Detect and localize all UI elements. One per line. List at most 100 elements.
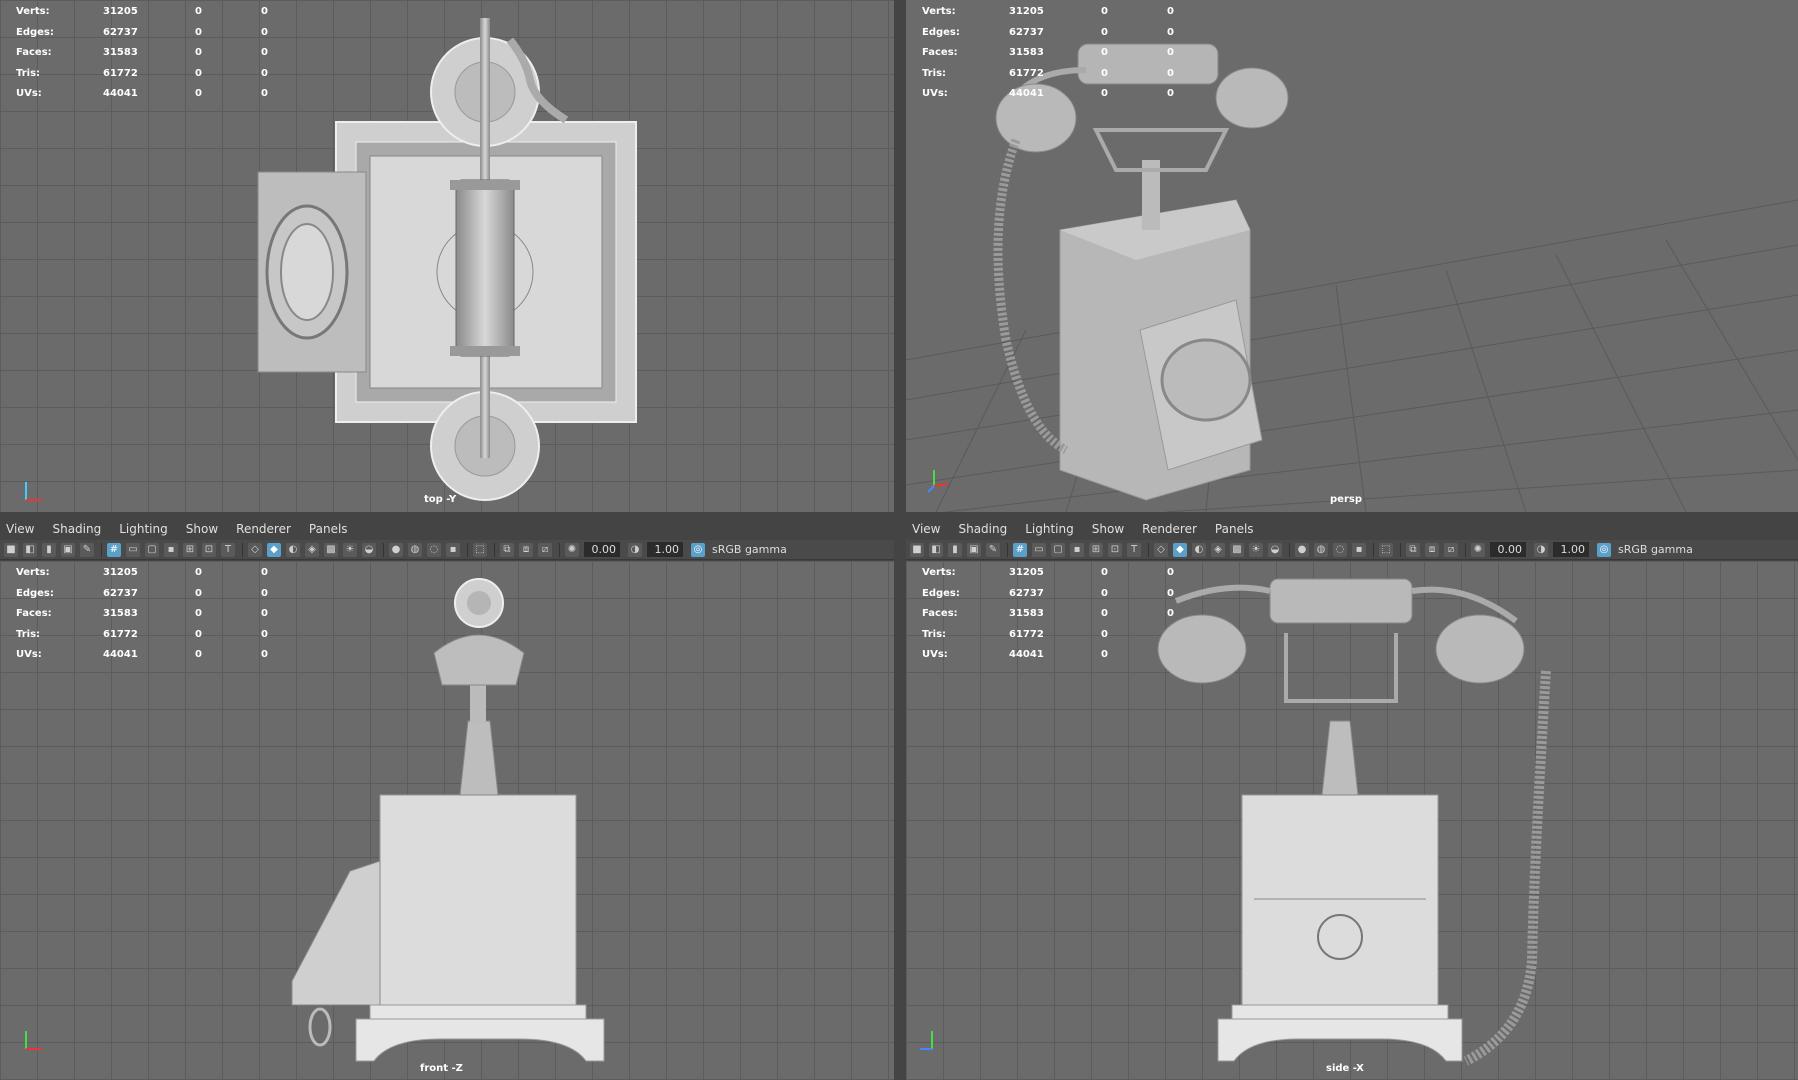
isolate-select-icon[interactable]: ⬚	[1379, 542, 1393, 557]
toolbar-separator	[494, 542, 495, 557]
pen-icon[interactable]: ✎	[986, 542, 1000, 557]
xray-joints-icon[interactable]: ⧈	[519, 542, 533, 557]
camera-attributes-icon[interactable]: ◧	[929, 542, 943, 557]
textured-icon[interactable]: ▩	[324, 542, 338, 557]
gamma-icon[interactable]: ◑	[628, 542, 642, 557]
shadows-icon[interactable]: ◒	[1268, 542, 1282, 557]
camera-attributes-icon[interactable]: ◧	[23, 542, 37, 557]
safe-title-icon[interactable]: T	[221, 542, 235, 557]
wireframe-on-shaded-icon[interactable]: ◈	[305, 542, 319, 557]
xray-icon[interactable]: ⧉	[500, 542, 514, 557]
panel-toolbar-side: ■ ◧ ▮ ▣ ✎ # ▭ ▢ ▪ ⊞ ⊡ T ◇ ◆ ◐ ◈ ▩ ☀ ◒ ● …	[906, 540, 1798, 560]
film-gate-icon[interactable]: ▭	[1032, 542, 1046, 557]
menu-panels[interactable]: Panels	[1215, 522, 1254, 536]
toolbar-separator	[559, 542, 560, 557]
viewport-top[interactable]: Verts: 31205 0 0 Edges: 62737 0 0 Faces: 31583 0…	[0, 0, 894, 512]
camera-icon[interactable]: ■	[4, 542, 18, 557]
image-plane-icon[interactable]: ▣	[61, 542, 75, 557]
toolbar-separator	[242, 542, 243, 557]
depth-of-field-icon[interactable]: ▪	[446, 542, 460, 557]
exposure-icon[interactable]: ✺	[1471, 542, 1485, 557]
field-chart-icon[interactable]: ⊞	[183, 542, 197, 557]
color-space-label[interactable]: sRGB gamma	[712, 543, 787, 556]
menu-view[interactable]: View	[912, 522, 940, 536]
menu-shading[interactable]: Shading	[52, 522, 101, 536]
smooth-shade-icon[interactable]: ◆	[267, 542, 281, 557]
menu-view[interactable]: View	[6, 522, 34, 536]
exposure-field[interactable]: 0.00	[1490, 542, 1526, 557]
default-material-icon[interactable]: ◐	[1192, 542, 1206, 557]
image-plane-icon[interactable]: ▣	[967, 542, 981, 557]
wireframe-on-shaded-icon[interactable]: ◈	[1211, 542, 1225, 557]
menu-lighting[interactable]: Lighting	[119, 522, 168, 536]
xray-joints-icon[interactable]: ⧈	[1425, 542, 1439, 557]
gate-mask-icon[interactable]: ▪	[1070, 542, 1084, 557]
depth-of-field-icon[interactable]: ▪	[1352, 542, 1366, 557]
menu-renderer[interactable]: Renderer	[236, 522, 291, 536]
viewport-side[interactable]: Verts: 31205 0 0 Edges: 62737 0 0 Faces: 31583 0…	[906, 561, 1798, 1080]
wireframe-icon[interactable]: ◇	[1154, 542, 1168, 557]
axis-gizmo-icon	[920, 1031, 933, 1050]
bookmark-icon[interactable]: ▮	[42, 542, 56, 557]
menu-lighting[interactable]: Lighting	[1025, 522, 1074, 536]
safe-title-icon[interactable]: T	[1127, 542, 1141, 557]
safe-action-icon[interactable]: ⊡	[1108, 542, 1122, 557]
axis-gizmo-icon	[927, 470, 949, 493]
lights-icon[interactable]: ☀	[343, 542, 357, 557]
toolbar-separator	[467, 542, 468, 557]
viewport-front[interactable]: Verts: 31205 0 0 Edges: 62737 0 0 Faces: 31583 0…	[0, 561, 894, 1080]
pen-icon[interactable]: ✎	[80, 542, 94, 557]
color-management-icon[interactable]: ◎	[691, 542, 705, 557]
menu-show[interactable]: Show	[186, 522, 218, 536]
color-space-label[interactable]: sRGB gamma	[1618, 543, 1693, 556]
toolbar-separator	[1465, 542, 1466, 557]
ambient-occlusion-icon[interactable]: ●	[389, 542, 403, 557]
toolbar-separator	[1400, 542, 1401, 557]
safe-action-icon[interactable]: ⊡	[202, 542, 216, 557]
film-gate-icon[interactable]: ▭	[126, 542, 140, 557]
viewport-persp[interactable]: Verts: 31205 0 0 Edges: 62737 0 0 Faces: 31583 0…	[906, 0, 1798, 512]
isolate-select-icon[interactable]: ⬚	[473, 542, 487, 557]
motion-blur-icon[interactable]: ◍	[1314, 542, 1328, 557]
grid-icon[interactable]: #	[107, 542, 121, 557]
telephone-side-model	[1157, 578, 1551, 1066]
gamma-icon[interactable]: ◑	[1534, 542, 1548, 557]
menu-panels[interactable]: Panels	[309, 522, 348, 536]
menu-show[interactable]: Show	[1092, 522, 1124, 536]
gamma-field[interactable]: 1.00	[1553, 542, 1589, 557]
menu-shading[interactable]: Shading	[958, 522, 1007, 536]
telephone-top-model	[257, 18, 637, 501]
gate-mask-icon[interactable]: ▪	[164, 542, 178, 557]
backface-culling-icon[interactable]: ⧄	[1444, 542, 1458, 557]
menu-renderer[interactable]: Renderer	[1142, 522, 1197, 536]
anti-alias-icon[interactable]: ◌	[427, 542, 441, 557]
viewport-divider-vertical[interactable]	[894, 0, 906, 1080]
grid-icon[interactable]: #	[1013, 542, 1027, 557]
backface-culling-icon[interactable]: ⧄	[538, 542, 552, 557]
motion-blur-icon[interactable]: ◍	[408, 542, 422, 557]
wireframe-icon[interactable]: ◇	[248, 542, 262, 557]
toolbar-separator	[1373, 542, 1374, 557]
lights-icon[interactable]: ☀	[1249, 542, 1263, 557]
field-chart-icon[interactable]: ⊞	[1089, 542, 1103, 557]
textured-icon[interactable]: ▩	[1230, 542, 1244, 557]
default-material-icon[interactable]: ◐	[286, 542, 300, 557]
resolution-gate-icon[interactable]: ▢	[145, 542, 159, 557]
bookmark-icon[interactable]: ▮	[948, 542, 962, 557]
color-management-icon[interactable]: ◎	[1597, 542, 1611, 557]
anti-alias-icon[interactable]: ◌	[1333, 542, 1347, 557]
smooth-shade-icon[interactable]: ◆	[1173, 542, 1187, 557]
toolbar-separator	[383, 542, 384, 557]
camera-label-side: side -X	[1326, 1063, 1364, 1074]
ambient-occlusion-icon[interactable]: ●	[1295, 542, 1309, 557]
exposure-icon[interactable]: ✺	[565, 542, 579, 557]
gamma-field[interactable]: 1.00	[647, 542, 683, 557]
panel-menubar-side: View Shading Lighting Show Renderer Pane…	[906, 518, 1798, 540]
resolution-gate-icon[interactable]: ▢	[1051, 542, 1065, 557]
exposure-field[interactable]: 0.00	[584, 542, 620, 557]
shadows-icon[interactable]: ◒	[362, 542, 376, 557]
toolbar-separator	[1007, 542, 1008, 557]
camera-icon[interactable]: ■	[910, 542, 924, 557]
viewport-divider-horizontal[interactable]	[0, 512, 1798, 516]
xray-icon[interactable]: ⧉	[1406, 542, 1420, 557]
